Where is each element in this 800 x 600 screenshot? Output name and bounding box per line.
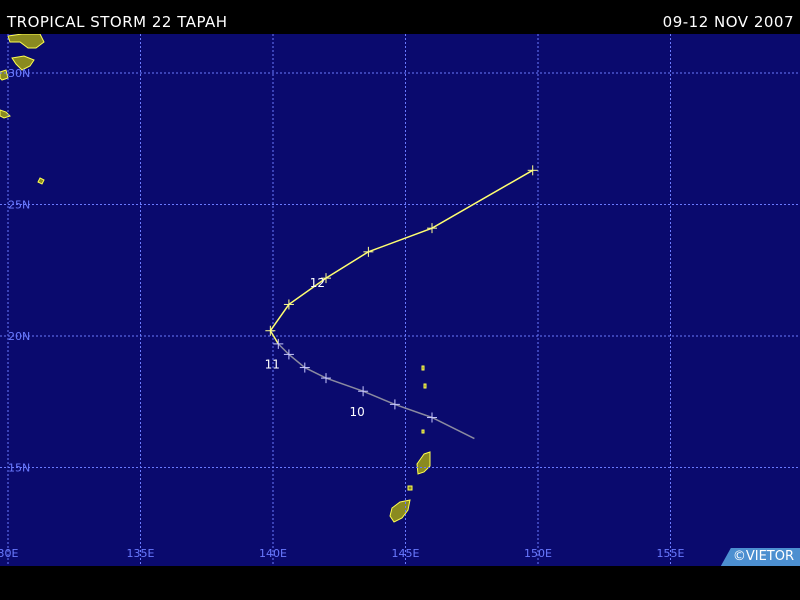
lon-tick-label: 145E [392, 547, 420, 560]
land-japan-3 [0, 69, 9, 81]
day-label: 10 [349, 405, 364, 419]
lat-tick-label: 25N [8, 199, 30, 212]
ocean-background [0, 34, 800, 566]
land-mariana-1 [421, 365, 425, 371]
lon-tick-label: 155E [657, 547, 685, 560]
storm-track-map: 30E 135E 140E 145E 150E 155E 30N 25N 20N 15N 10 11… [0, 34, 800, 566]
map-title: TROPICAL STORM 22 TAPAH [7, 13, 228, 31]
date-range: 09-12 NOV 2007 [662, 13, 794, 31]
credit-label: ©VIETOR [720, 548, 800, 566]
footer-bar [0, 566, 800, 600]
lon-tick-label: 150E [524, 547, 552, 560]
land-mariana-3 [421, 429, 425, 434]
land-mariana-2 [423, 383, 427, 389]
lon-tick-label: 30E [0, 547, 19, 560]
land-rota [407, 485, 413, 491]
lon-tick-label: 135E [127, 547, 155, 560]
day-label: 11 [265, 357, 280, 371]
lat-tick-label: 15N [8, 462, 30, 475]
day-label: 12 [310, 276, 325, 290]
lat-tick-label: 20N [8, 330, 30, 343]
lat-tick-label: 30N [8, 67, 30, 80]
lon-tick-label: 140E [259, 547, 287, 560]
header-bar: TROPICAL STORM 22 TAPAH 09-12 NOV 2007 [0, 0, 800, 34]
